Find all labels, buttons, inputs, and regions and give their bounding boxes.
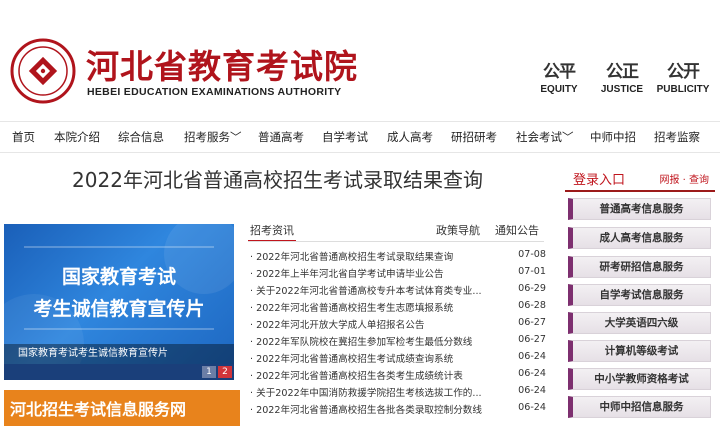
news-title[interactable]: · 2022年军队院校在冀招生参加军检考生最低分数线 (250, 334, 500, 348)
list-item[interactable]: · 2022年上半年河北省自学考试申请毕业公告 07-01 (250, 266, 546, 282)
service-teacher-cert-button[interactable]: 中小学教师资格考试 (568, 368, 711, 390)
news-date: 06-24 (518, 351, 546, 362)
main-nav: 首页 本院介绍 综合信息 招考服务﹀ 普通高考 自学考试 成人高考 研招研考 社… (0, 121, 720, 153)
tab-notices[interactable]: 通知公告 (495, 222, 539, 238)
news-title[interactable]: · 2022年河北开放大学成人单招报名公告 (250, 317, 500, 331)
headline-link[interactable]: 2022年河北省普通高校招生考试录取结果查询 (0, 164, 555, 193)
info-service-link[interactable]: 河北招生考试信息服务网 (4, 390, 240, 426)
authority-seal-icon[interactable] (10, 38, 76, 104)
nav-item-normal-school[interactable]: 中师中招 (590, 122, 636, 152)
motto-en: PUBLICITY (656, 84, 710, 95)
site-title-cn[interactable]: 河北省教育考试院 (86, 40, 358, 88)
motto-glyph: 公平 (543, 62, 576, 82)
news-title[interactable]: · 2022年河北省普通高校招生各类考生成绩统计表 (250, 368, 500, 382)
news-title[interactable]: · 2022年河北省普通高校招生考试录取结果查询 (250, 249, 500, 263)
motto-publicity: 公开 PUBLICITY (648, 60, 718, 102)
news-date: 06-24 (518, 402, 546, 413)
nav-item-supervision[interactable]: 招考监察 (654, 122, 700, 152)
motto-justice: 公正 JUSTICE (587, 60, 657, 102)
nav-item-adult-exam[interactable]: 成人高考 (387, 122, 433, 152)
news-title[interactable]: · 关于2022年中国消防救援学院招生考核选拔工作的... (250, 385, 500, 399)
nav-item-exam-services[interactable]: 招考服务﹀ (184, 122, 242, 152)
service-cet-button[interactable]: 大学英语四六级 (568, 312, 711, 334)
nav-item-graduate-exam[interactable]: 研招研考 (451, 122, 497, 152)
info-service-label: 河北招生考试信息服务网 (10, 400, 187, 419)
banner-line1: 国家教育考试 (61, 266, 176, 288)
nav-item-self-study-exam[interactable]: 自学考试 (322, 122, 368, 152)
banner-caption[interactable]: 国家教育考试考生诚信教育宣传片 (4, 344, 234, 364)
news-date: 06-24 (518, 368, 546, 379)
login-header: 登录入口 网报 · 查询 (565, 164, 715, 192)
list-item[interactable]: · 2022年河北省普通高校招生考试录取结果查询 07-08 (250, 249, 546, 265)
list-item[interactable]: · 2022年河北开放大学成人单招报名公告 06-27 (250, 317, 546, 333)
news-date: 07-08 (518, 249, 546, 260)
service-adult-exam-button[interactable]: 成人高考信息服务 (568, 227, 711, 249)
motto-equity: 公平 EQUITY (524, 60, 594, 102)
news-title[interactable]: · 2022年河北省普通高校招生考生志愿填报系统 (250, 300, 500, 314)
motto-en: EQUITY (540, 84, 578, 95)
news-title[interactable]: · 2022年河北省普通高校招生考试成绩查询系统 (250, 351, 500, 365)
list-item[interactable]: · 2022年河北省普通高校招生各类考生成绩统计表 06-24 (250, 368, 546, 384)
list-item[interactable]: · 2022年河北省普通高校招生各批各类录取控制分数线 06-24 (250, 402, 546, 418)
service-graduate-exam-button[interactable]: 研考研招信息服务 (568, 256, 711, 278)
motto-glyph: 公正 (606, 62, 639, 82)
service-computer-rank-button[interactable]: 计算机等级考试 (568, 340, 711, 362)
banner-pager-bar (4, 364, 234, 380)
list-item[interactable]: · 2022年河北省普通高校招生考生志愿填报系统 06-28 (250, 300, 546, 316)
service-self-study-button[interactable]: 自学考试信息服务 (568, 284, 711, 306)
news-date: 06-27 (518, 334, 546, 345)
list-item[interactable]: · 关于2022年中国消防救援学院招生考核选拔工作的... 06-24 (250, 385, 546, 401)
news-date: 06-29 (518, 283, 546, 294)
banner-page-2[interactable]: 2 (218, 366, 232, 378)
news-title[interactable]: · 2022年河北省普通高校招生各批各类录取控制分数线 (250, 402, 500, 416)
list-item[interactable]: · 2022年河北省普通高校招生考试成绩查询系统 06-24 (250, 351, 546, 367)
service-gaokao-button[interactable]: 普通高考信息服务 (568, 198, 711, 220)
promo-banner[interactable]: 国家教育考试 考生诚信教育宣传片 国家教育考试考生诚信教育宣传片 1 2 (4, 224, 234, 380)
site-title-en: HEBEI EDUCATION EXAMINATIONS AUTHORITY (87, 86, 342, 98)
tabs-underline (248, 241, 544, 242)
news-title[interactable]: · 2022年上半年河北省自学考试申请毕业公告 (250, 266, 500, 280)
list-item[interactable]: · 2022年军队院校在冀招生参加军检考生最低分数线 06-27 (250, 334, 546, 350)
list-item[interactable]: · 关于2022年河北省普通高校专升本考试体育类专业... 06-29 (250, 283, 546, 299)
site-header: 河北省教育考试院 HEBEI EDUCATION EXAMINATIONS AU… (0, 0, 720, 120)
news-title[interactable]: · 关于2022年河北省普通高校专升本考试体育类专业... (250, 283, 500, 297)
service-normal-school-button[interactable]: 中师中招信息服务 (568, 396, 711, 418)
news-date: 06-27 (518, 317, 546, 328)
banner-line2: 考生诚信教育宣传片 (33, 298, 205, 320)
news-date: 06-28 (518, 300, 546, 311)
motto-glyph: 公开 (667, 62, 700, 82)
nav-item-gaokao[interactable]: 普通高考 (258, 122, 304, 152)
nav-item-home[interactable]: 首页 (12, 122, 35, 152)
banner-page-1[interactable]: 1 (202, 366, 216, 378)
nav-item-about[interactable]: 本院介绍 (54, 122, 100, 152)
nav-item-social-exams[interactable]: 社会考试﹀ (516, 122, 574, 152)
nav-item-general-info[interactable]: 综合信息 (118, 122, 164, 152)
motto-en: JUSTICE (600, 84, 644, 95)
tab-policy-guide[interactable]: 政策导航 (436, 222, 480, 238)
login-entry-label[interactable]: 登录入口 (573, 169, 625, 188)
news-date: 07-01 (518, 266, 546, 277)
news-date: 06-24 (518, 385, 546, 396)
news-tabs: 招考资讯 政策导航 通知公告 (248, 220, 544, 242)
login-links[interactable]: 网报 · 查询 (659, 171, 709, 186)
tab-exam-news[interactable]: 招考资讯 (250, 222, 294, 238)
